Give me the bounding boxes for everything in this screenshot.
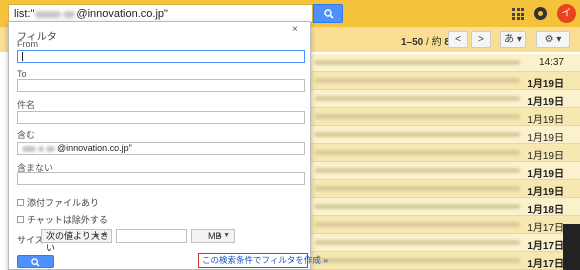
mail-row[interactable]: 14:37 [310,54,580,72]
from-label: From [17,39,38,49]
mail-row[interactable]: 1月19日 [310,180,580,198]
mail-row[interactable]: 1月19日 [310,90,580,108]
mail-row[interactable]: 1月17日 [310,216,580,234]
mail-row[interactable]: 1月18日 [310,198,580,216]
mail-date: 1月19日 [527,79,564,90]
search-icon [324,9,334,19]
subject-field[interactable] [17,111,305,124]
search-icon [31,258,40,267]
create-filter-link[interactable]: この検索条件でフィルタを作成 » [198,253,328,268]
search-query: list:" @innovation.co.jp" [14,8,168,20]
next-page-button[interactable]: > [471,31,491,48]
redacted-snippet [315,240,520,245]
size-value-input[interactable] [116,229,187,243]
notifications-icon[interactable] [534,7,547,20]
mail-date: 14:37 [538,57,564,68]
avatar[interactable]: イ [557,4,576,23]
redacted-snippet [315,258,520,263]
has-words-label: 含む [17,130,36,140]
redacted-snippet [315,186,520,191]
redacted-text [35,10,62,18]
redacted-snippet [315,78,520,83]
redacted-snippet [315,96,520,101]
doesnt-have-field[interactable] [17,172,305,185]
mail-date: 1月19日 [527,133,564,144]
redacted-snippet [315,60,520,65]
apps-grid-icon[interactable] [512,8,524,20]
dropdown-arrow-icon: ▲▼ [216,232,230,239]
filter-dialog: フィルタ × From To 件名 含む @innovation.co.jp" … [8,21,328,270]
redacted-snippet [315,132,520,137]
redacted-snippet [315,114,520,119]
subject-label: 件名 [17,100,36,110]
mail-date: 1月19日 [527,151,564,162]
prev-page-button[interactable]: < [448,31,468,48]
dropdown-arrow-icon: ▲▼ [93,232,107,239]
mail-date: 1月17日 [527,259,564,270]
mail-date: 1月19日 [527,187,564,198]
filter-search-button[interactable] [17,255,54,268]
side-panel-edge [563,224,580,270]
has-attachment-option[interactable]: 添付ファイルあり [17,196,99,209]
mail-row[interactable]: 1月19日 [310,126,580,144]
size-operator-select[interactable]: 次の値より大きい ▲▼ [41,229,112,253]
has-attachment-checkbox[interactable] [17,199,24,207]
from-field[interactable] [17,50,305,63]
to-field[interactable] [17,79,305,92]
redacted-snippet [315,168,520,173]
settings-button[interactable]: ⚙ ▾ [536,31,570,48]
mail-date: 1月18日 [527,205,564,216]
size-unit-select[interactable]: MB ▲▼ [191,229,235,243]
redacted-snippet [315,222,520,227]
search-button[interactable] [313,4,343,23]
mail-date: 1月17日 [527,223,564,234]
close-icon[interactable]: × [292,24,298,35]
mail-date: 1月19日 [527,97,564,108]
mail-row[interactable]: 1月17日 [310,234,580,252]
mail-date: 1月17日 [527,241,564,252]
has-words-field[interactable]: @innovation.co.jp" [17,142,305,155]
mail-row[interactable]: 1月19日 [310,144,580,162]
to-label: To [17,69,27,79]
mail-row[interactable]: 1月19日 [310,108,580,126]
mail-row[interactable]: 1月19日 [310,162,580,180]
mail-date: 1月19日 [527,169,564,180]
exclude-chats-option[interactable]: チャットは除外する [17,213,108,226]
mail-row[interactable]: 1月17日 [310,252,580,270]
mail-row[interactable]: 1月19日 [310,72,580,90]
size-label: サイズ [17,235,44,245]
redacted-snippet [315,204,520,209]
redacted-text [63,10,76,18]
exclude-chats-checkbox[interactable] [17,216,24,224]
mail-list: 14:37 1月19日 1月19日 1月19日 1月19日 1月19日 1月19日 1月19日… [310,54,580,270]
mail-date: 1月19日 [527,115,564,126]
input-tools-button[interactable]: あ ▾ [500,31,526,48]
redacted-snippet [315,150,520,155]
